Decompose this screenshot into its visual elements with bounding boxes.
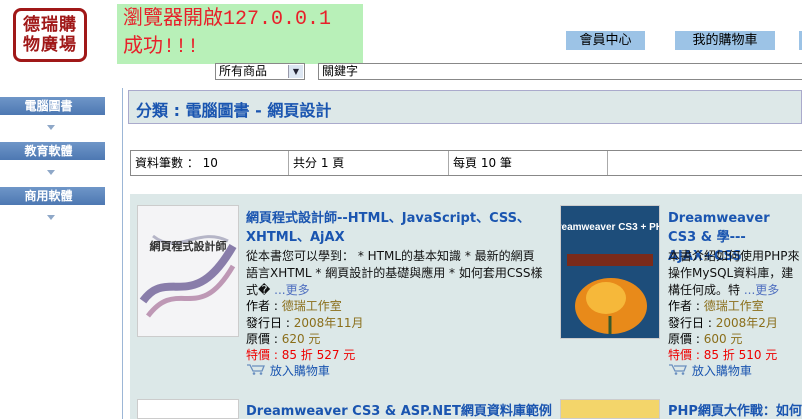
category-header: 分類 : 電腦圖書 - 網頁設計: [128, 90, 802, 124]
alert-banner: 瀏覽器開啟127.0.0.1 成功!!!: [117, 4, 363, 64]
date-label: 發行日 :: [668, 316, 716, 330]
add-to-cart-button[interactable]: 放入購物車: [668, 363, 752, 380]
category-select-value: 所有商品: [219, 64, 268, 78]
description-text: 本書介紹如何使用PHP來操作MySQL資料庫，建構任何成。特: [668, 249, 800, 297]
sidebar-item-label: 教育軟體: [24, 144, 73, 158]
product-title-link[interactable]: PHP網頁大作戰：如何: [668, 402, 802, 419]
product-description: 從本書您可以學到： * HTML的基本知識 * 最新的網頁語言XHTML * 網…: [246, 248, 544, 299]
date-row: 發行日 : 2008年11月: [246, 315, 364, 332]
cart-icon: [669, 364, 687, 375]
date-value: 2008年11月: [293, 316, 364, 330]
product-title-link[interactable]: Dreamweaver CS3 & ASP.NET網頁資料庫範例: [246, 402, 566, 419]
price-value: 600 元: [703, 332, 743, 346]
book-cover-image[interactable]: [137, 399, 239, 419]
logo-text: 德瑞購物廣場: [23, 15, 77, 55]
shopping-cart-link[interactable]: 我的購物車: [675, 31, 775, 50]
price-label: 原價 :: [246, 332, 282, 346]
sidebar-item-computer-books[interactable]: 電腦圖書: [0, 97, 105, 115]
cover-title: 網頁程式設計師: [150, 239, 227, 253]
book-cover-image[interactable]: Dreamweaver CS3 + PHP: [560, 205, 660, 339]
author-row: 作者 : 德瑞工作室: [668, 298, 764, 315]
price-value: 620 元: [281, 332, 321, 346]
price-row: 原價 : 600 元: [668, 331, 742, 348]
product-title-link[interactable]: 網頁程式設計師--HTML、JavaScript、CSS、XHTML、AjAX: [246, 209, 541, 247]
record-count: 資料筆數 ： 10: [131, 151, 289, 175]
add-to-cart-label: 放入購物車: [691, 364, 752, 378]
keyword-input[interactable]: 關鍵字: [318, 63, 802, 80]
author-value: 德瑞工作室: [281, 299, 342, 313]
product-description: 本書介紹如何使用PHP來操作MySQL資料庫，建構任何成。特 ...更多: [668, 248, 802, 299]
book-cover-art-icon: 網頁程式設計師: [138, 206, 238, 336]
sidebar-item-label: 商用軟體: [24, 189, 73, 203]
chevron-down-icon: [47, 125, 55, 130]
chevron-down-icon: [47, 170, 55, 175]
sidebar-item-education-software[interactable]: 教育軟體: [0, 142, 105, 160]
author-label: 作者 :: [246, 299, 282, 313]
author-row: 作者 : 德瑞工作室: [246, 298, 342, 315]
special-price-value: 85 折 510 元: [703, 348, 778, 362]
book-cover-art-icon: Dreamweaver CS3 + PHP: [561, 206, 659, 338]
divider: [122, 88, 123, 419]
special-price-value: 85 折 527 元: [281, 348, 356, 362]
result-summary: 資料筆數 ： 10 共分 1 頁 每頁 10 筆: [130, 150, 802, 176]
book-cover-image[interactable]: 網頁程式設計師: [137, 205, 239, 337]
member-center-link[interactable]: 會員中心: [566, 31, 645, 50]
chevron-down-icon: [47, 215, 55, 220]
date-label: 發行日 :: [246, 316, 294, 330]
add-to-cart-button[interactable]: 放入購物車: [246, 363, 330, 380]
price-label: 原價 :: [668, 332, 704, 346]
page-count: 共分 1 頁: [289, 151, 449, 175]
author-value: 德瑞工作室: [703, 299, 764, 313]
price-row: 原價 : 620 元: [246, 331, 320, 348]
special-price-row: 特價 : 85 折 527 元: [246, 347, 355, 364]
site-logo[interactable]: 德瑞購物廣場: [13, 8, 87, 62]
author-label: 作者 :: [668, 299, 704, 313]
add-to-cart-label: 放入購物車: [269, 364, 330, 378]
page-title: 分類 : 電腦圖書 - 網頁設計: [136, 101, 332, 120]
cart-icon: [247, 364, 265, 375]
special-price-row: 特價 : 85 折 510 元: [668, 347, 777, 364]
sidebar-item-business-software[interactable]: 商用軟體: [0, 187, 105, 205]
per-page-count: 每頁 10 筆: [449, 151, 608, 175]
more-link[interactable]: ...更多: [744, 283, 779, 297]
sidebar-item-label: 電腦圖書: [24, 99, 73, 113]
date-row: 發行日 : 2008年2月: [668, 315, 778, 332]
special-label: 特價 :: [246, 348, 282, 362]
chevron-down-icon[interactable]: ▼: [288, 65, 303, 78]
category-select[interactable]: 所有商品 ▼: [215, 63, 305, 80]
cover-title: Dreamweaver CS3 + PHP: [561, 222, 659, 233]
special-label: 特價 :: [668, 348, 704, 362]
date-value: 2008年2月: [715, 316, 778, 330]
book-cover-image[interactable]: [560, 399, 660, 419]
more-link[interactable]: ...更多: [274, 283, 309, 297]
